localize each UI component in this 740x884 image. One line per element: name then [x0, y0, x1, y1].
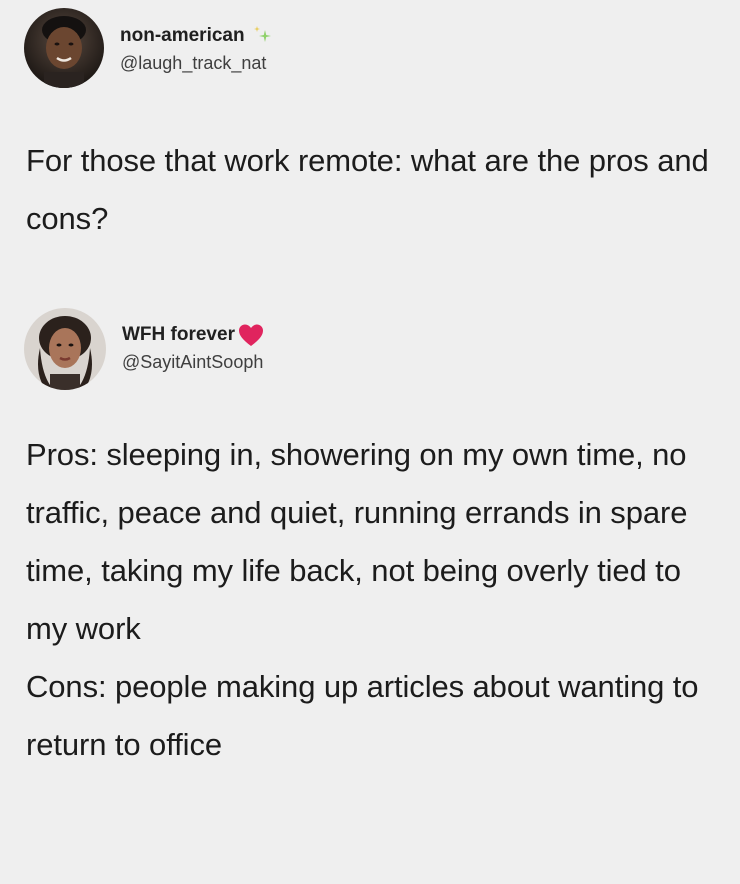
- user-names: WFH forever @SayitAintSooph: [122, 322, 265, 376]
- tweet-header: non-american @laugh_track_nat: [24, 8, 275, 88]
- user-names: non-american @laugh_track_nat: [120, 23, 275, 77]
- display-name[interactable]: WFH forever: [122, 322, 235, 348]
- display-name-row: WFH forever: [122, 322, 265, 348]
- sparkle-icon: [251, 24, 275, 48]
- avatar-image: [24, 308, 106, 390]
- display-name[interactable]: non-american: [120, 23, 245, 49]
- tweet-body: For those that work remote: what are the…: [26, 143, 709, 236]
- tweet-header: WFH forever @SayitAintSooph: [24, 308, 265, 390]
- tweet-cons: Cons: people making up articles about wa…: [26, 669, 699, 762]
- tweet-post-1: non-american @laugh_track_nat For those …: [0, 0, 740, 300]
- avatar-image: [24, 8, 104, 88]
- avatar[interactable]: [24, 308, 106, 390]
- tweet-text: For those that work remote: what are the…: [26, 132, 722, 248]
- heart-icon: [237, 322, 265, 348]
- avatar[interactable]: [24, 8, 104, 88]
- user-handle[interactable]: @SayitAintSooph: [122, 348, 265, 376]
- tweet-pros: Pros: sleeping in, showering on my own t…: [26, 437, 688, 646]
- tweet-post-2: WFH forever @SayitAintSooph Pros: sleepi…: [0, 300, 740, 884]
- display-name-row: non-american: [120, 23, 275, 49]
- user-handle[interactable]: @laugh_track_nat: [120, 49, 275, 77]
- tweet-text: Pros: sleeping in, showering on my own t…: [26, 426, 722, 774]
